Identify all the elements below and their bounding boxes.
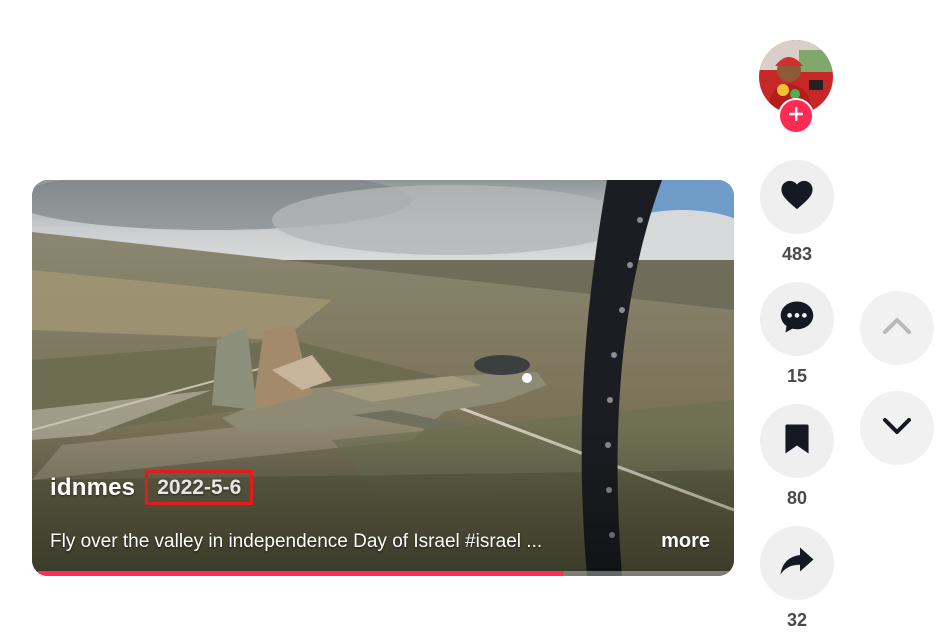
video-player[interactable]: idnmes 2022-5-6 Fly over the valley in i…	[32, 180, 734, 576]
caption-row: Fly over the valley in independence Day …	[50, 530, 710, 553]
author-row: idnmes 2022-5-6	[50, 470, 254, 506]
comment-bubble-icon	[779, 300, 815, 339]
share-arrow-icon	[779, 546, 815, 581]
share-action: 32	[759, 526, 835, 631]
progress-bar[interactable]	[32, 571, 734, 576]
plus-icon	[787, 105, 805, 128]
comment-button[interactable]	[760, 282, 834, 356]
chevron-down-icon	[882, 416, 912, 441]
author-name[interactable]: idnmes	[50, 474, 135, 502]
like-count: 483	[781, 244, 813, 264]
more-button[interactable]: more	[661, 530, 710, 553]
next-video-button[interactable]	[860, 391, 934, 465]
comment-count: 15	[786, 366, 808, 386]
feed-page: idnmes 2022-5-6 Fly over the valley in i…	[0, 0, 942, 644]
heart-icon	[780, 179, 814, 216]
creator-avatar-block	[759, 40, 835, 134]
post-date: 2022-5-6	[145, 470, 254, 506]
save-button[interactable]	[760, 404, 834, 478]
save-count: 80	[786, 488, 808, 508]
like-action: 483	[759, 160, 835, 265]
follow-button[interactable]	[778, 98, 814, 134]
previous-video-button[interactable]	[860, 291, 934, 365]
save-action: 80	[759, 404, 835, 509]
share-button[interactable]	[760, 526, 834, 600]
progress-fill	[32, 571, 564, 576]
video-caption: Fly over the valley in independence Day …	[50, 530, 543, 552]
share-count: 32	[786, 610, 808, 630]
like-button[interactable]	[760, 160, 834, 234]
comment-action: 15	[759, 282, 835, 387]
bookmark-icon	[784, 423, 810, 460]
chevron-up-icon	[882, 316, 912, 341]
